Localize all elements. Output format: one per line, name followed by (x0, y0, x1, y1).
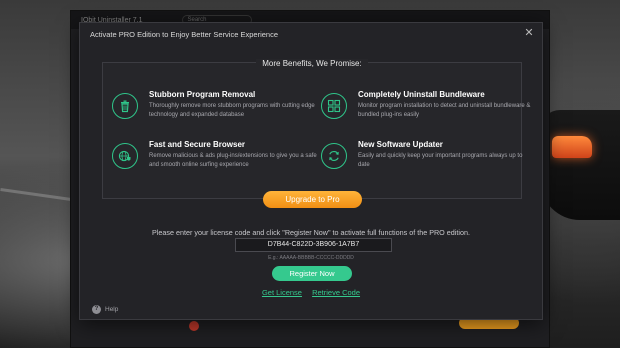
trash-icon (112, 93, 138, 119)
feature-description: Remove malicious & ads plug-ins/extensio… (149, 153, 317, 168)
feature-title: Completely Uninstall Bundleware (358, 90, 485, 99)
license-prompt: Please enter your license code and click… (152, 228, 470, 237)
feature-secure-browser: Fast and Secure Browser Remove malicious… (112, 140, 317, 180)
benefits-heading: More Benefits, We Promise: (103, 59, 521, 68)
refresh-icon (321, 143, 347, 169)
retrieve-code-link[interactable]: Retrieve Code (312, 288, 360, 297)
feature-software-updater: New Software Updater Easily and quickly … (321, 140, 522, 180)
background-car-taillight (552, 136, 592, 158)
get-license-link[interactable]: Get License (262, 288, 302, 297)
benefits-heading-text: More Benefits, We Promise: (256, 59, 368, 68)
bundle-icon (321, 93, 347, 119)
background-app-red-dot (189, 321, 199, 331)
background-car (540, 110, 620, 220)
feature-stubborn-removal: Stubborn Program Removal Thoroughly remo… (112, 90, 315, 130)
license-links: Get License Retrieve Code (80, 288, 542, 297)
activate-pro-dialog: Activate PRO Edition to Enjoy Better Ser… (79, 22, 543, 320)
register-now-button[interactable]: Register Now (272, 266, 352, 281)
upgrade-to-pro-button[interactable]: Upgrade to Pro (263, 191, 362, 208)
feature-bundleware: Completely Uninstall Bundleware Monitor … (321, 90, 530, 130)
question-icon: ? (92, 305, 101, 314)
feature-description: Thoroughly remove more stubborn programs… (149, 103, 315, 118)
feature-description: Monitor program installation to detect a… (358, 103, 531, 118)
help-label: Help (105, 306, 119, 313)
feature-title: New Software Updater (358, 140, 443, 149)
globe-shield-icon (112, 143, 138, 169)
feature-title: Fast and Secure Browser (149, 140, 246, 149)
feature-title: Stubborn Program Removal (149, 90, 256, 99)
dialog-title: Activate PRO Edition to Enjoy Better Ser… (90, 30, 279, 39)
benefits-panel: More Benefits, We Promise: Stubborn Prog… (102, 59, 530, 199)
license-code-input[interactable]: D7B44-C822D-3B906-1A7B7 (235, 238, 392, 252)
license-example-hint: E.g.: AAAAA-BBBBB-CCCCC-DDDDD (268, 255, 354, 261)
help-link[interactable]: ? Help (92, 305, 118, 314)
feature-description: Easily and quickly keep your important p… (358, 153, 523, 168)
close-button[interactable]: ✕ (522, 27, 536, 41)
